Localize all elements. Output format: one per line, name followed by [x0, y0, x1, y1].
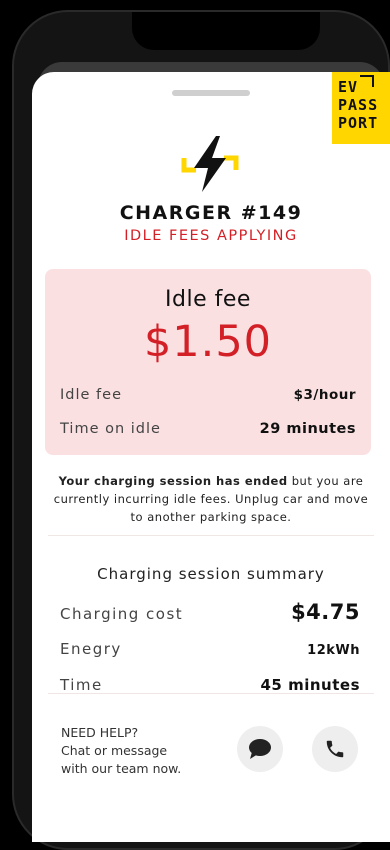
chat-bubble-icon — [249, 739, 271, 759]
time-label: Time — [60, 676, 103, 694]
divider-2 — [48, 693, 374, 694]
help-line-1: NEED HELP? — [61, 725, 139, 740]
message-bold-text: Your charging session has ended — [58, 474, 288, 488]
session-ended-message: Your charging session has ended but you … — [52, 472, 370, 526]
idle-fee-rate-label: Idle fee — [60, 387, 122, 403]
bottom-sheet: EV PASS PORT CHARGER #149 IDLE FEES APPL… — [32, 72, 390, 842]
charger-title: CHARGER #149 — [119, 202, 303, 224]
idle-time-label: Time on idle — [60, 421, 161, 437]
logo-corner-mark — [360, 75, 374, 87]
chat-button[interactable] — [237, 726, 283, 772]
time-value: 45 minutes — [260, 676, 360, 694]
logo-line-2: PASS — [338, 96, 379, 114]
phone-icon — [326, 740, 344, 758]
idle-time-value: 29 minutes — [259, 421, 356, 437]
charger-status: IDLE FEES APPLYING — [124, 228, 298, 244]
idle-fee-card: Idle fee $1.50 Idle fee $3/hour Time on … — [45, 269, 371, 455]
logo-line-3: PORT — [338, 114, 379, 132]
idle-fee-amount: $1.50 — [143, 317, 273, 367]
energy-label: Enegry — [60, 640, 122, 658]
idle-fee-title: Idle fee — [165, 287, 251, 312]
charging-cost-row: Charging cost $4.75 — [60, 600, 360, 624]
energy-row: Enegry 12kWh — [60, 640, 360, 658]
idle-time-row: Time on idle 29 minutes — [60, 421, 356, 437]
ev-passport-logo: EV PASS PORT — [332, 72, 390, 144]
idle-fee-rate-value: $3/hour — [293, 387, 356, 403]
sheet-drag-handle[interactable] — [172, 90, 250, 96]
summary-title: Charging session summary — [97, 565, 325, 583]
charging-cost-value: $4.75 — [291, 600, 360, 624]
charging-cost-label: Charging cost — [60, 605, 184, 623]
help-line-2: Chat or message — [61, 743, 168, 758]
phone-notch — [132, 12, 320, 50]
charger-bolt-icon — [181, 136, 239, 192]
idle-fee-rate-row: Idle fee $3/hour — [60, 387, 356, 403]
time-row: Time 45 minutes — [60, 676, 360, 694]
call-button[interactable] — [312, 726, 358, 772]
help-text: NEED HELP? Chat or message with our team… — [61, 724, 181, 778]
energy-value: 12kWh — [307, 643, 360, 658]
divider — [48, 535, 374, 536]
help-line-3: with our team now. — [61, 761, 182, 776]
